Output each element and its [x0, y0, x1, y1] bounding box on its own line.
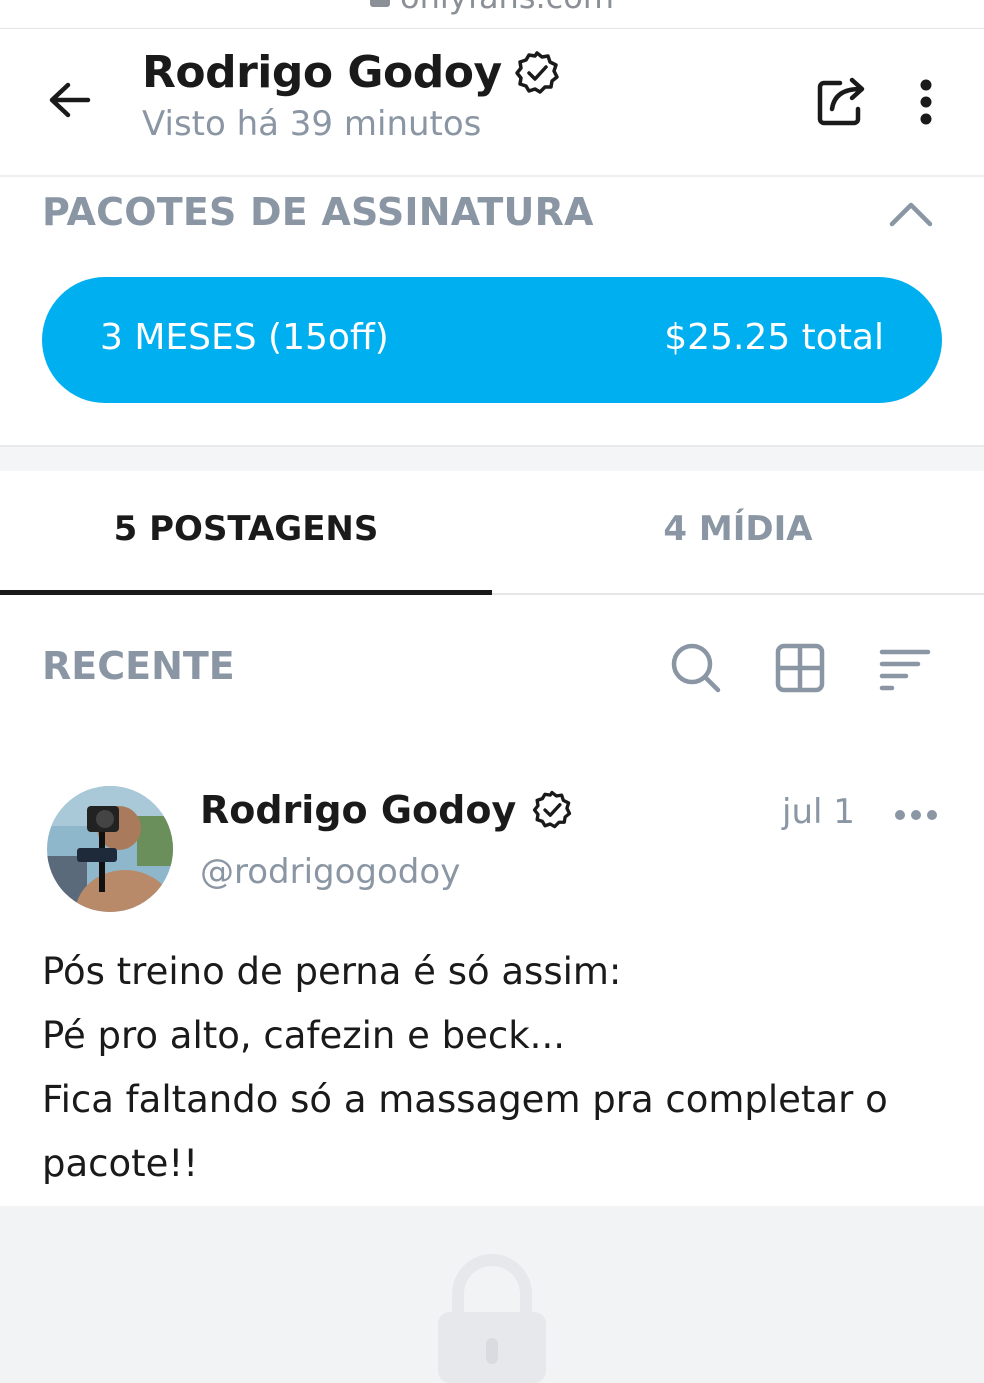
browser-url-bar[interactable]: onlyfans.com: [0, 0, 984, 29]
post-text-line: Pós treino de perna é só assim:: [42, 950, 622, 993]
search-icon: [671, 643, 721, 693]
more-options-button[interactable]: [902, 75, 950, 131]
verified-badge-icon: [515, 50, 559, 94]
back-arrow-icon: [49, 82, 91, 118]
share-button[interactable]: [810, 69, 874, 133]
sort-button[interactable]: [878, 640, 934, 696]
post-text: Pós treino de perna é só assim: Pé pro a…: [42, 940, 962, 1196]
post-author-handle[interactable]: @rodrigogodoy: [200, 852, 460, 892]
share-icon: [817, 77, 865, 126]
post-text-line: pacote!!: [42, 1142, 199, 1185]
last-seen-status: Visto há 39 minutos: [142, 104, 482, 144]
tab-media[interactable]: 4 MÍDIA: [492, 470, 984, 594]
search-button[interactable]: [668, 640, 724, 696]
plan-label: 3 MESES (15off): [100, 317, 389, 358]
url-lock-icon: [369, 0, 390, 7]
back-button[interactable]: [40, 69, 100, 129]
plan-price: $25.25 total: [664, 317, 884, 358]
collapse-subscriptions-button[interactable]: [884, 190, 938, 236]
post-author-group[interactable]: Rodrigo Godoy: [200, 788, 573, 832]
post-date: jul 1: [782, 792, 855, 832]
avatar[interactable]: [47, 786, 173, 912]
grid-icon: [775, 643, 825, 693]
post-options-button[interactable]: [892, 800, 940, 830]
profile-header: Rodrigo Godoy Visto há 39 minutos: [0, 29, 984, 177]
lock-icon: [438, 1254, 546, 1383]
post-author-name[interactable]: Rodrigo Godoy: [200, 788, 516, 832]
page-title: Rodrigo Godoy: [142, 47, 502, 98]
sort-label: RECENTE: [42, 644, 235, 688]
chevron-up-icon: [889, 202, 933, 227]
tab-posts[interactable]: 5 POSTAGENS: [0, 470, 492, 594]
avatar-photo: [47, 786, 173, 912]
sort-icon: [879, 649, 931, 691]
browser-url: onlyfans.com: [0, 0, 984, 16]
more-vertical-icon: [920, 79, 932, 125]
grid-view-button[interactable]: [772, 640, 828, 696]
subscription-section-title: PACOTES DE ASSINATURA: [42, 190, 594, 234]
verified-badge-icon: [533, 790, 572, 829]
post-text-line: Pé pro alto, cafezin e beck...: [42, 1014, 565, 1057]
more-horizontal-icon: [895, 810, 937, 820]
post-text-line: Fica faltando só a massagem pra completa…: [42, 1078, 888, 1121]
active-tab-indicator: [0, 590, 492, 595]
subscription-plan-button[interactable]: 3 MESES (15off) $25.25 total: [42, 277, 942, 403]
header-title-group: Rodrigo Godoy Visto há 39 minutos: [142, 47, 561, 144]
section-divider: [0, 445, 984, 471]
